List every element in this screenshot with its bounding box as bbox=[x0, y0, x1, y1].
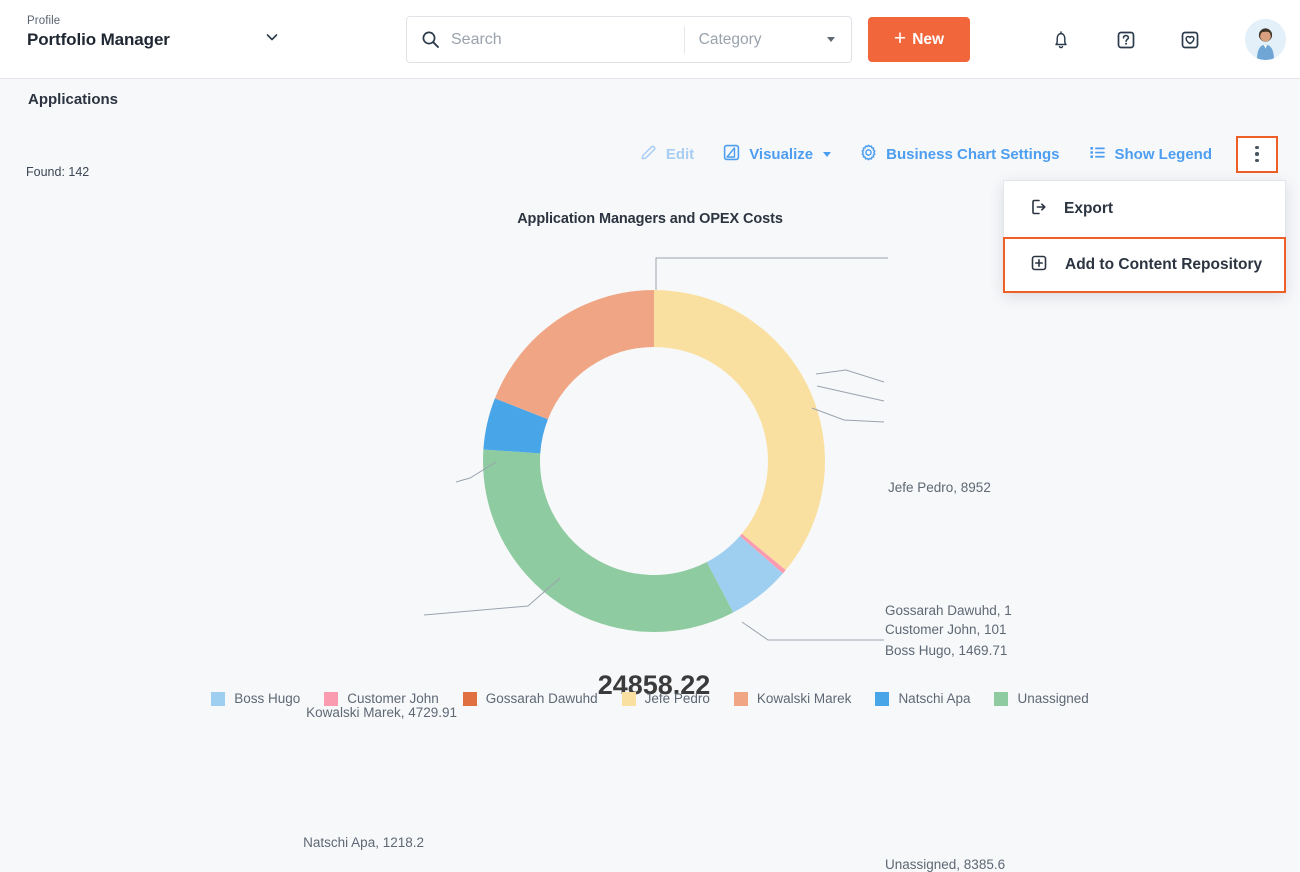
legend-swatch bbox=[324, 692, 338, 706]
legend-swatch bbox=[734, 692, 748, 706]
gear-icon bbox=[859, 143, 878, 166]
menu-item-export[interactable]: Export bbox=[1004, 181, 1285, 237]
show-legend-label: Show Legend bbox=[1115, 146, 1213, 163]
list-icon bbox=[1088, 143, 1107, 166]
found-count: Found: 142 bbox=[26, 165, 89, 179]
callout-label-gossarah-dawuhd: Gossarah Dawuhd, 1 bbox=[885, 603, 1012, 618]
callout-label-natschi-apa: Natschi Apa, 1218.2 bbox=[303, 835, 424, 850]
donut-chart-svg bbox=[0, 230, 1300, 680]
chart-square-icon bbox=[722, 143, 741, 166]
legend-label: Kowalski Marek bbox=[757, 691, 852, 706]
visualize-label: Visualize bbox=[749, 146, 813, 163]
legend-item[interactable]: Kowalski Marek bbox=[734, 691, 852, 706]
profile-label: Profile bbox=[27, 14, 297, 28]
donut-slices[interactable] bbox=[483, 290, 825, 632]
edit-label: Edit bbox=[666, 146, 694, 163]
heart-box-icon[interactable] bbox=[1176, 26, 1204, 54]
legend-item[interactable]: Natschi Apa bbox=[875, 691, 970, 706]
legend-label: Unassigned bbox=[1017, 691, 1088, 706]
profile-name: Portfolio Manager bbox=[27, 28, 297, 52]
chart-toolbar: Edit Visualize Business Chart Settings bbox=[625, 136, 1278, 172]
business-chart-settings-label: Business Chart Settings bbox=[886, 146, 1059, 163]
plus-icon: + bbox=[894, 28, 906, 49]
more-options-menu: Export Add to Content Repository bbox=[1003, 180, 1286, 293]
show-legend-button[interactable]: Show Legend bbox=[1074, 137, 1227, 171]
donut-chart: 24858.22 Jefe Pedro, 8952 Gossarah Dawuh… bbox=[0, 230, 1300, 680]
visualize-button[interactable]: Visualize bbox=[708, 137, 845, 171]
page-title: Applications bbox=[28, 91, 118, 108]
menu-item-add-to-content-repository-label: Add to Content Repository bbox=[1065, 256, 1262, 274]
category-dropdown[interactable]: Category bbox=[685, 17, 851, 62]
legend-item[interactable]: Customer John bbox=[324, 691, 439, 706]
category-label: Category bbox=[699, 31, 762, 49]
business-chart-settings-button[interactable]: Business Chart Settings bbox=[845, 137, 1073, 171]
plus-square-icon bbox=[1029, 253, 1049, 278]
bell-icon[interactable] bbox=[1047, 26, 1075, 54]
chevron-down-icon bbox=[265, 30, 279, 44]
new-button-label: New bbox=[912, 31, 944, 49]
profile-selector[interactable]: Profile Portfolio Manager bbox=[27, 14, 297, 64]
callout-label-kowalski-marek: Kowalski Marek, 4729.91 bbox=[306, 705, 457, 720]
app-header: Profile Portfolio Manager Category + New bbox=[0, 0, 1300, 79]
menu-item-export-label: Export bbox=[1064, 200, 1113, 218]
callout-label-customer-john: Customer John, 101 bbox=[885, 622, 1007, 637]
caret-down-icon bbox=[823, 152, 831, 157]
legend-swatch bbox=[875, 692, 889, 706]
export-icon bbox=[1028, 197, 1048, 222]
legend-item[interactable]: Gossarah Dawuhd bbox=[463, 691, 598, 706]
search-input[interactable] bbox=[451, 26, 684, 54]
legend-item[interactable]: Boss Hugo bbox=[211, 691, 300, 706]
caret-down-icon bbox=[827, 37, 835, 42]
legend-label: Gossarah Dawuhd bbox=[486, 691, 598, 706]
donut-slice[interactable] bbox=[654, 290, 825, 570]
legend-label: Boss Hugo bbox=[234, 691, 300, 706]
legend-swatch bbox=[211, 692, 225, 706]
legend-swatch bbox=[463, 692, 477, 706]
legend-item[interactable]: Jefe Pedro bbox=[622, 691, 710, 706]
legend-item[interactable]: Unassigned bbox=[994, 691, 1088, 706]
pencil-icon bbox=[639, 143, 658, 166]
legend-label: Customer John bbox=[347, 691, 439, 706]
legend-label: Natschi Apa bbox=[898, 691, 970, 706]
legend-label: Jefe Pedro bbox=[645, 691, 710, 706]
donut-slice[interactable] bbox=[483, 450, 733, 632]
donut-slice[interactable] bbox=[495, 290, 654, 419]
legend-swatch bbox=[622, 692, 636, 706]
callout-label-unassigned: Unassigned, 8385.6 bbox=[885, 857, 1005, 872]
callout-label-boss-hugo: Boss Hugo, 1469.71 bbox=[885, 643, 1007, 658]
callout-label-jefe-pedro: Jefe Pedro, 8952 bbox=[888, 480, 991, 495]
more-options-button[interactable] bbox=[1236, 136, 1278, 173]
question-mark-icon[interactable] bbox=[1112, 26, 1140, 54]
chart-legend: Boss Hugo Customer John Gossarah Dawuhd Jef… bbox=[0, 691, 1300, 706]
avatar[interactable] bbox=[1245, 19, 1286, 60]
search-icon bbox=[421, 30, 440, 49]
edit-button[interactable]: Edit bbox=[625, 137, 708, 171]
legend-swatch bbox=[994, 692, 1008, 706]
new-button[interactable]: + New bbox=[868, 17, 970, 62]
menu-item-add-to-content-repository[interactable]: Add to Content Repository bbox=[1003, 237, 1286, 293]
more-vertical-icon bbox=[1255, 146, 1259, 163]
search-bar[interactable]: Category bbox=[406, 16, 852, 63]
